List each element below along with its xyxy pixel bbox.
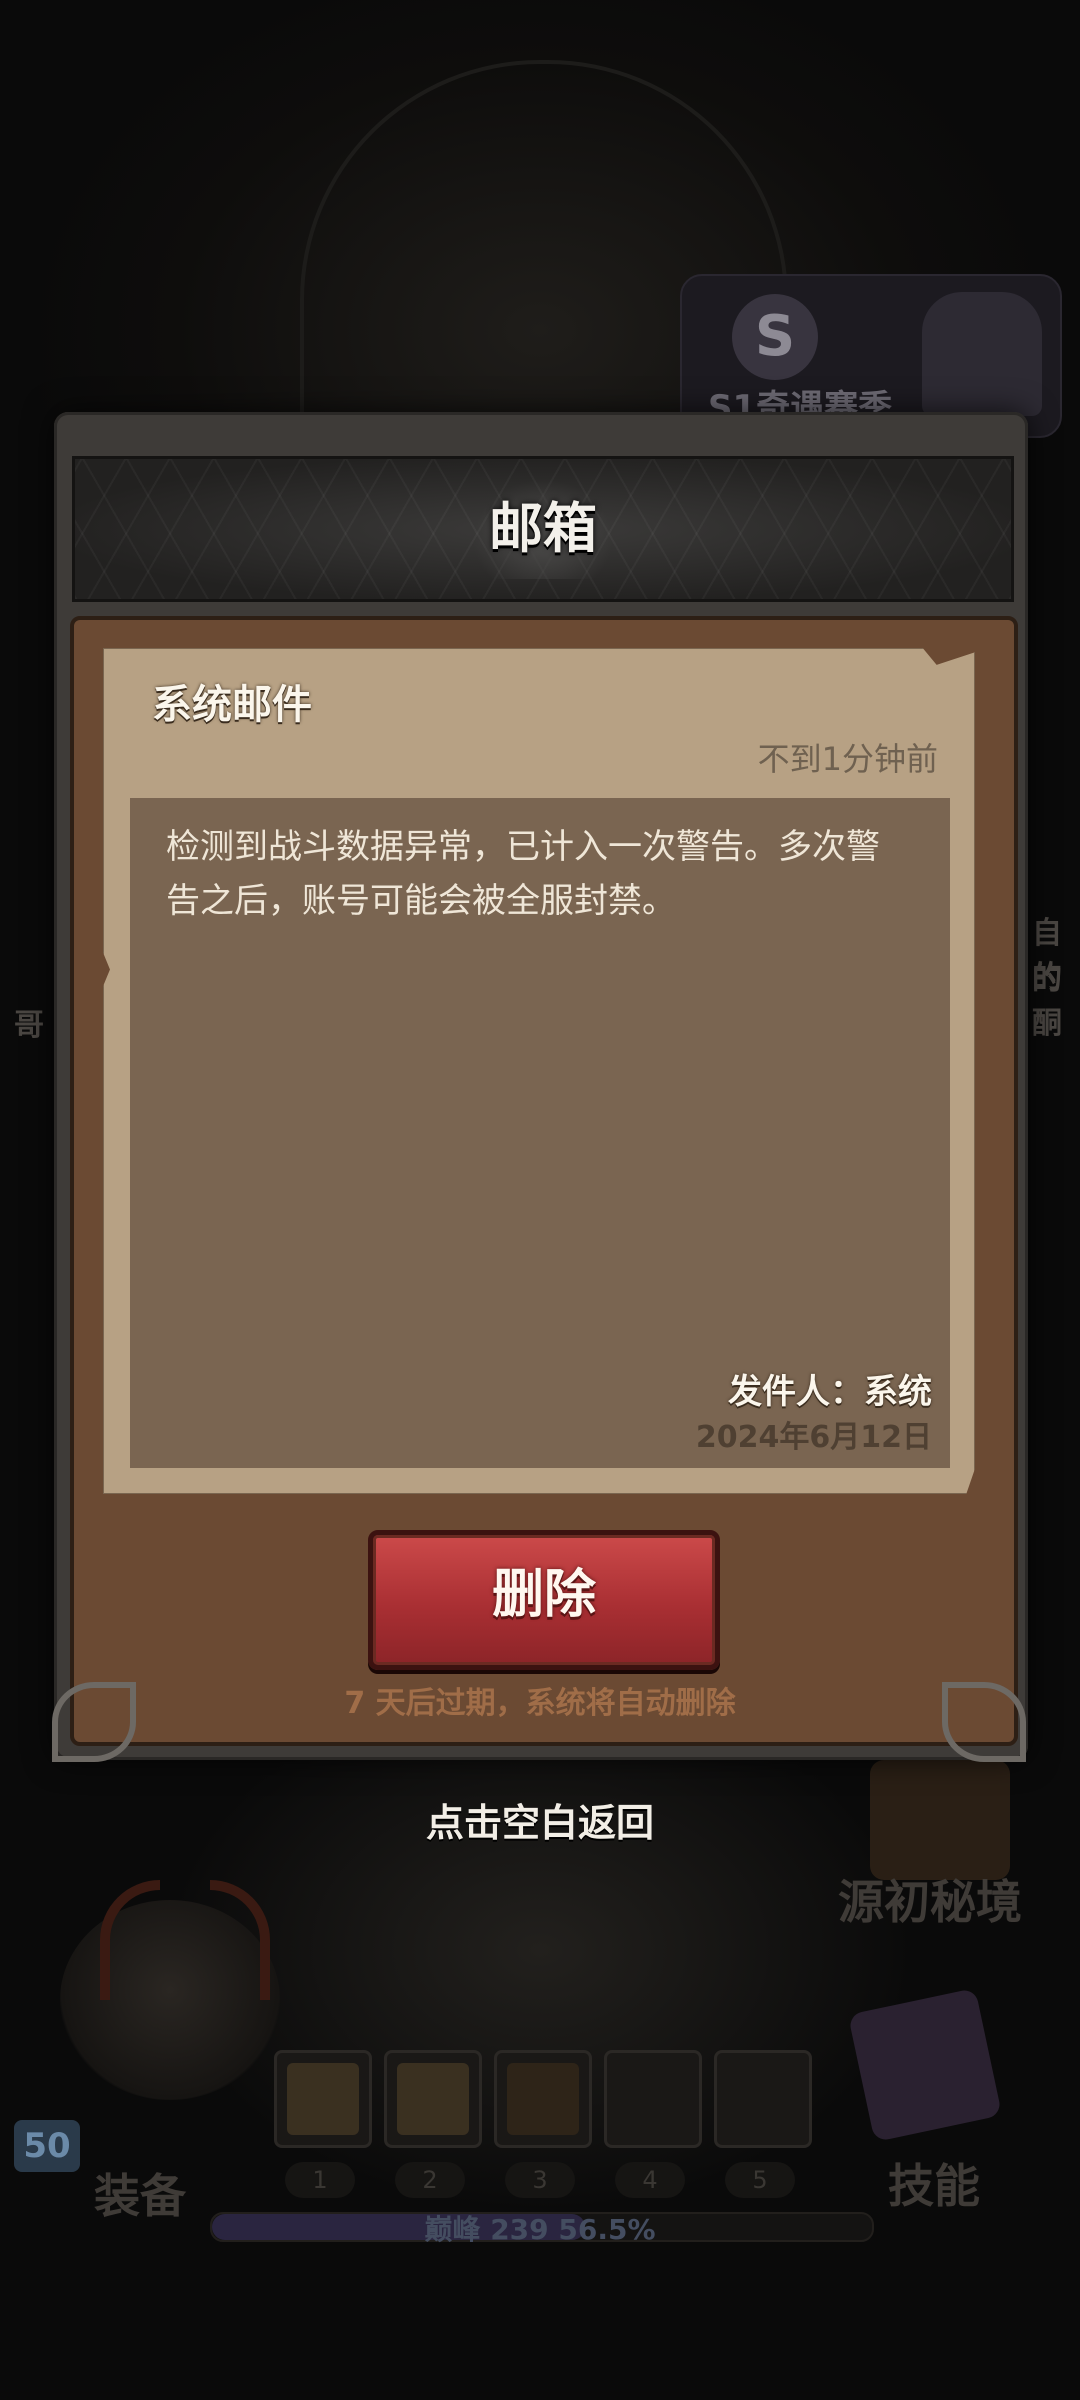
mail-title: 系统邮件 [152,682,312,728]
mail-content: 检测到战斗数据异常，已计入一次警告。多次警告之后，账号可能会被全服封禁。 [166,827,880,921]
dialog-header: 邮箱 [72,456,1014,602]
skill-slot-4 [604,2050,702,2148]
dialog-title: 邮箱 [489,497,597,560]
mail-content-box[interactable]: 检测到战斗数据异常，已计入一次警告。多次警告之后，账号可能会被全服封禁。 发件人… [130,798,950,1468]
skill-book-icon [847,1987,1003,2143]
skill-label: 技能 [888,2159,980,2213]
skill-slot-3 [494,2050,592,2148]
tap-blank-to-return[interactable]: 点击空白返回 [0,1792,1080,1847]
mail-date: 2024年6月12日 [695,1420,932,1455]
expire-note: 7 天后过期，系统将自动删除 [344,1686,736,1721]
skill-slot-2 [384,2050,482,2148]
delete-button[interactable]: 删除 [368,1530,720,1670]
mail-time: 不到1分钟前 [757,740,938,778]
corner-ornament-icon [52,1682,136,1762]
corner-ornament-icon [942,1682,1026,1762]
skill-slot-1 [274,2050,372,2148]
side-text-left: 哥 [14,1008,44,1043]
xp-text: 巅峰 239 56.5% [424,2213,656,2246]
side-text-right-2: 的酮 [1032,962,1062,1041]
origin-realm-label: 源初秘境 [838,1875,1022,1929]
slot-number: 5 [725,2162,795,2198]
slot-number: 3 [505,2162,575,2198]
season-s-icon: S [732,294,818,380]
slot-number: 1 [285,2162,355,2198]
slot-number: 2 [395,2162,465,2198]
skill-slot-5 [714,2050,812,2148]
equip-helmet-icon [60,1880,280,2100]
mail-sender: 发件人：系统 [728,1372,932,1412]
slot-number: 4 [615,2162,685,2198]
knight-icon [922,292,1042,416]
level-badge: 50 [14,2120,80,2172]
